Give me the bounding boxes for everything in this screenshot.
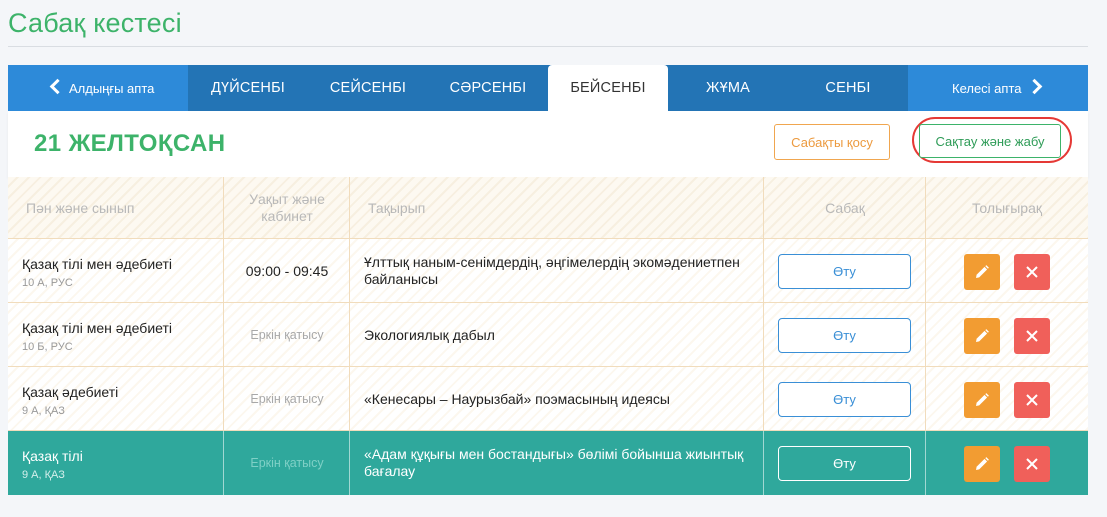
header-more: Толығырақ <box>971 199 1043 216</box>
previous-week-button[interactable]: Алдыңғы апта <box>8 65 188 111</box>
go-to-lesson-button[interactable]: Өту <box>778 318 911 353</box>
delete-button[interactable] <box>1014 446 1050 482</box>
subject-name: Қазақ әдебиеті <box>22 384 119 400</box>
header-subject: Пән және сынып <box>26 199 135 216</box>
schedule-panel: Алдыңғы апта ДҮЙСЕНБІ СЕЙСЕНБІ СӘРСЕНБІ … <box>8 65 1088 495</box>
lesson-topic: Экологиялық дабыл <box>364 326 495 343</box>
pencil-icon <box>976 265 989 278</box>
subject-name: Қазақ тілі мен әдебиеті <box>22 256 172 272</box>
table-row: Қазақ тілі мен әдебиеті 10 А, РУС 09:00 … <box>8 239 1088 303</box>
edit-button[interactable] <box>964 446 1000 482</box>
day-header: 21 ЖЕЛТОҚСАН Сабақты қосу Сақтау және жа… <box>8 111 1088 177</box>
tab-thursday[interactable]: БЕЙСЕНБІ <box>548 65 668 111</box>
next-week-button[interactable]: Келесі апта <box>908 65 1088 111</box>
lesson-topic: «Адам құқығы мен бостандығы» бөлімі бойы… <box>364 446 744 479</box>
tab-friday[interactable]: ЖҰМА <box>668 65 788 111</box>
current-date: 21 ЖЕЛТОҚСАН <box>34 130 226 157</box>
tab-saturday[interactable]: СЕНБІ <box>788 65 908 111</box>
close-icon <box>1026 394 1038 406</box>
lesson-time: Еркін қатысу <box>250 328 324 342</box>
lessons-table: Пән және сынып Уақыт және кабинет Тақыры… <box>8 177 1088 495</box>
pencil-icon <box>976 329 989 342</box>
close-icon <box>1026 458 1038 470</box>
delete-button[interactable] <box>1014 382 1050 418</box>
header-time: Уақыт және кабинет <box>249 191 325 224</box>
lesson-time: Еркін қатысу <box>250 392 324 406</box>
class-name: 10 А, РУС <box>22 277 73 289</box>
table-row: Қазақ тілі мен әдебиеті 10 Б, РУС Еркін … <box>8 303 1088 367</box>
tab-wednesday[interactable]: СӘРСЕНБІ <box>428 65 548 111</box>
header-lesson: Сабақ <box>825 199 865 216</box>
table-header: Пән және сынып Уақыт және кабинет Тақыры… <box>8 177 1088 239</box>
edit-button[interactable] <box>964 318 1000 354</box>
lesson-topic: «Кенесары – Наурызбай» поэмасының идеясы <box>364 390 670 407</box>
title-divider <box>8 46 1088 47</box>
close-icon <box>1026 330 1038 342</box>
delete-button[interactable] <box>1014 254 1050 290</box>
tab-monday[interactable]: ДҮЙСЕНБІ <box>188 65 308 111</box>
day-navigation-bar: Алдыңғы апта ДҮЙСЕНБІ СЕЙСЕНБІ СӘРСЕНБІ … <box>8 65 1088 111</box>
table-row-selected: Қазақ тілі 9 А, ҚАЗ Еркін қатысу «Адам қ… <box>8 431 1088 495</box>
lesson-time: Еркін қатысу <box>250 456 324 470</box>
page-title: Сабақ кестесі <box>8 8 182 38</box>
go-to-lesson-button[interactable]: Өту <box>778 446 911 481</box>
lesson-time: 09:00 - 09:45 <box>245 263 329 279</box>
class-name: 9 А, ҚАЗ <box>22 469 65 481</box>
delete-button[interactable] <box>1014 318 1050 354</box>
pencil-icon <box>976 457 989 470</box>
subject-name: Қазақ тілі <box>22 448 83 464</box>
go-to-lesson-button[interactable]: Өту <box>778 254 911 289</box>
header-topic: Тақырып <box>368 199 426 216</box>
previous-week-label: Алдыңғы апта <box>69 80 155 96</box>
save-and-close-button[interactable]: Сақтау және жабу <box>919 124 1061 158</box>
class-name: 9 А, ҚАЗ <box>22 405 65 417</box>
pencil-icon <box>976 393 989 406</box>
edit-button[interactable] <box>964 254 1000 290</box>
table-row: Қазақ әдебиеті 9 А, ҚАЗ Еркін қатысу «Ке… <box>8 367 1088 431</box>
close-icon <box>1026 266 1038 278</box>
add-lesson-button[interactable]: Сабақты қосу <box>774 124 890 160</box>
subject-name: Қазақ тілі мен әдебиеті <box>22 320 172 336</box>
go-to-lesson-button[interactable]: Өту <box>778 382 911 417</box>
class-name: 10 Б, РУС <box>22 341 73 353</box>
tab-tuesday[interactable]: СЕЙСЕНБІ <box>308 65 428 111</box>
edit-button[interactable] <box>964 382 1000 418</box>
next-week-label: Келесі апта <box>952 80 1022 96</box>
lesson-topic: Ұлттық наным-сенімдердің, әңгімелердің э… <box>364 254 740 287</box>
